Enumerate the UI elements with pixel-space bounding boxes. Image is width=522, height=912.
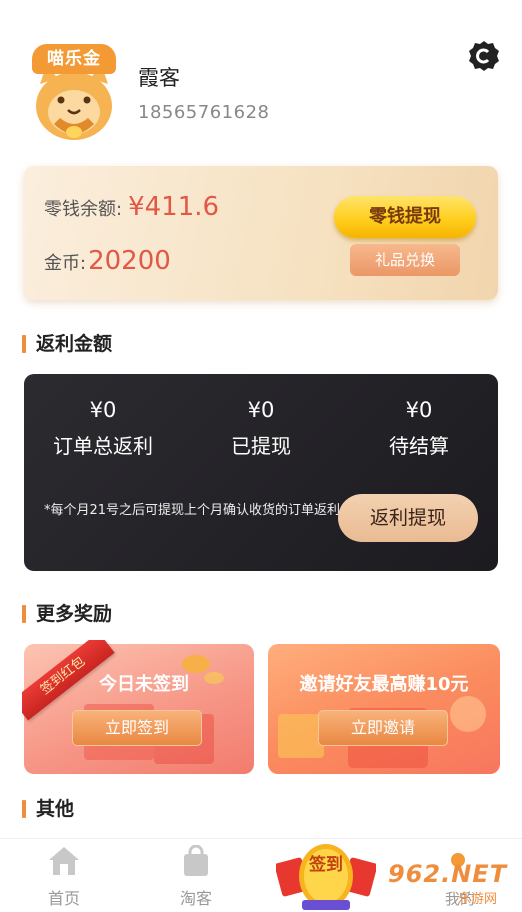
nav-signin-label: 签到: [309, 855, 343, 875]
wallet-card: 零钱余额: ¥411.6 金币:20200 零钱提现 礼品兑换: [24, 166, 498, 300]
home-icon: [49, 847, 79, 875]
gift-decoration-icon: [278, 696, 486, 768]
invite-title: 邀请好友最高赚10元: [299, 674, 469, 695]
coin-amount: 20200: [88, 246, 171, 276]
avatar[interactable]: 喵乐金: [28, 40, 120, 144]
nav-home[interactable]: 首页: [24, 845, 104, 909]
nav-signin[interactable]: 签到: [274, 830, 378, 912]
rebate-withdrawn-label: 已提现: [231, 434, 291, 458]
rebate-total-value: ¥0: [89, 398, 117, 422]
rebate-withdraw-button[interactable]: 返利提现: [338, 494, 478, 542]
rebate-pending-label: 待结算: [389, 434, 449, 458]
coin-row: 金币:20200: [44, 246, 171, 276]
rebate-total-label: 订单总返利: [53, 434, 153, 458]
invite-reward-card[interactable]: 邀请好友最高赚10元 立即邀请: [268, 644, 500, 774]
change-withdraw-button[interactable]: 零钱提现: [334, 196, 476, 238]
signin-ribbon-text: 签到红包: [22, 640, 115, 721]
rebate-withdrawn-value: ¥0: [247, 398, 275, 422]
watermark-subtext: 乐游网: [458, 892, 498, 907]
balance-label: 零钱余额:: [44, 199, 123, 220]
profile-page: 喵乐金 霞客 18565761628 零钱余额: ¥411.6 金币:20200 …: [0, 0, 522, 912]
user-phone: 18565761628: [138, 102, 270, 123]
avatar-logo-text: 喵乐金: [32, 44, 116, 74]
rewards-section-title: 更多奖励: [22, 602, 112, 626]
profile-header: 喵乐金 霞客 18565761628: [0, 0, 522, 160]
gift-exchange-button[interactable]: 礼品兑换: [350, 244, 460, 276]
invite-button[interactable]: 立即邀请: [318, 710, 448, 746]
rebate-pending: ¥0 待结算: [340, 398, 498, 459]
rebate-withdrawn: ¥0 已提现: [182, 398, 340, 459]
nav-taoke-label: 淘客: [179, 889, 212, 908]
balance-row: 零钱余额: ¥411.6: [44, 192, 219, 222]
nav-taoke[interactable]: 淘客: [156, 844, 236, 909]
other-section-title: 其他: [22, 797, 74, 821]
coin-label: 金币:: [44, 253, 87, 274]
nav-home-label: 首页: [47, 889, 80, 908]
rebate-total: ¥0 订单总返利: [24, 398, 182, 459]
rebate-pending-value: ¥0: [405, 398, 433, 422]
watermark: 962.NET 乐游网: [388, 852, 518, 908]
shopping-bag-icon: [184, 844, 208, 876]
user-name: 霞客: [138, 66, 180, 90]
watermark-text: 962.NET: [388, 860, 508, 888]
balance-amount: ¥411.6: [128, 192, 220, 222]
rebate-note: *每个月21号之后可提现上个月确认收货的订单返利: [44, 503, 341, 518]
settings-gear-icon[interactable]: [466, 38, 502, 74]
rebate-section-title: 返利金额: [22, 332, 112, 356]
signin-ribbon: 签到红包: [22, 640, 122, 740]
rebate-card: ¥0 订单总返利 ¥0 已提现 ¥0 待结算 *每个月21号之后可提现上个月确认…: [24, 374, 498, 571]
